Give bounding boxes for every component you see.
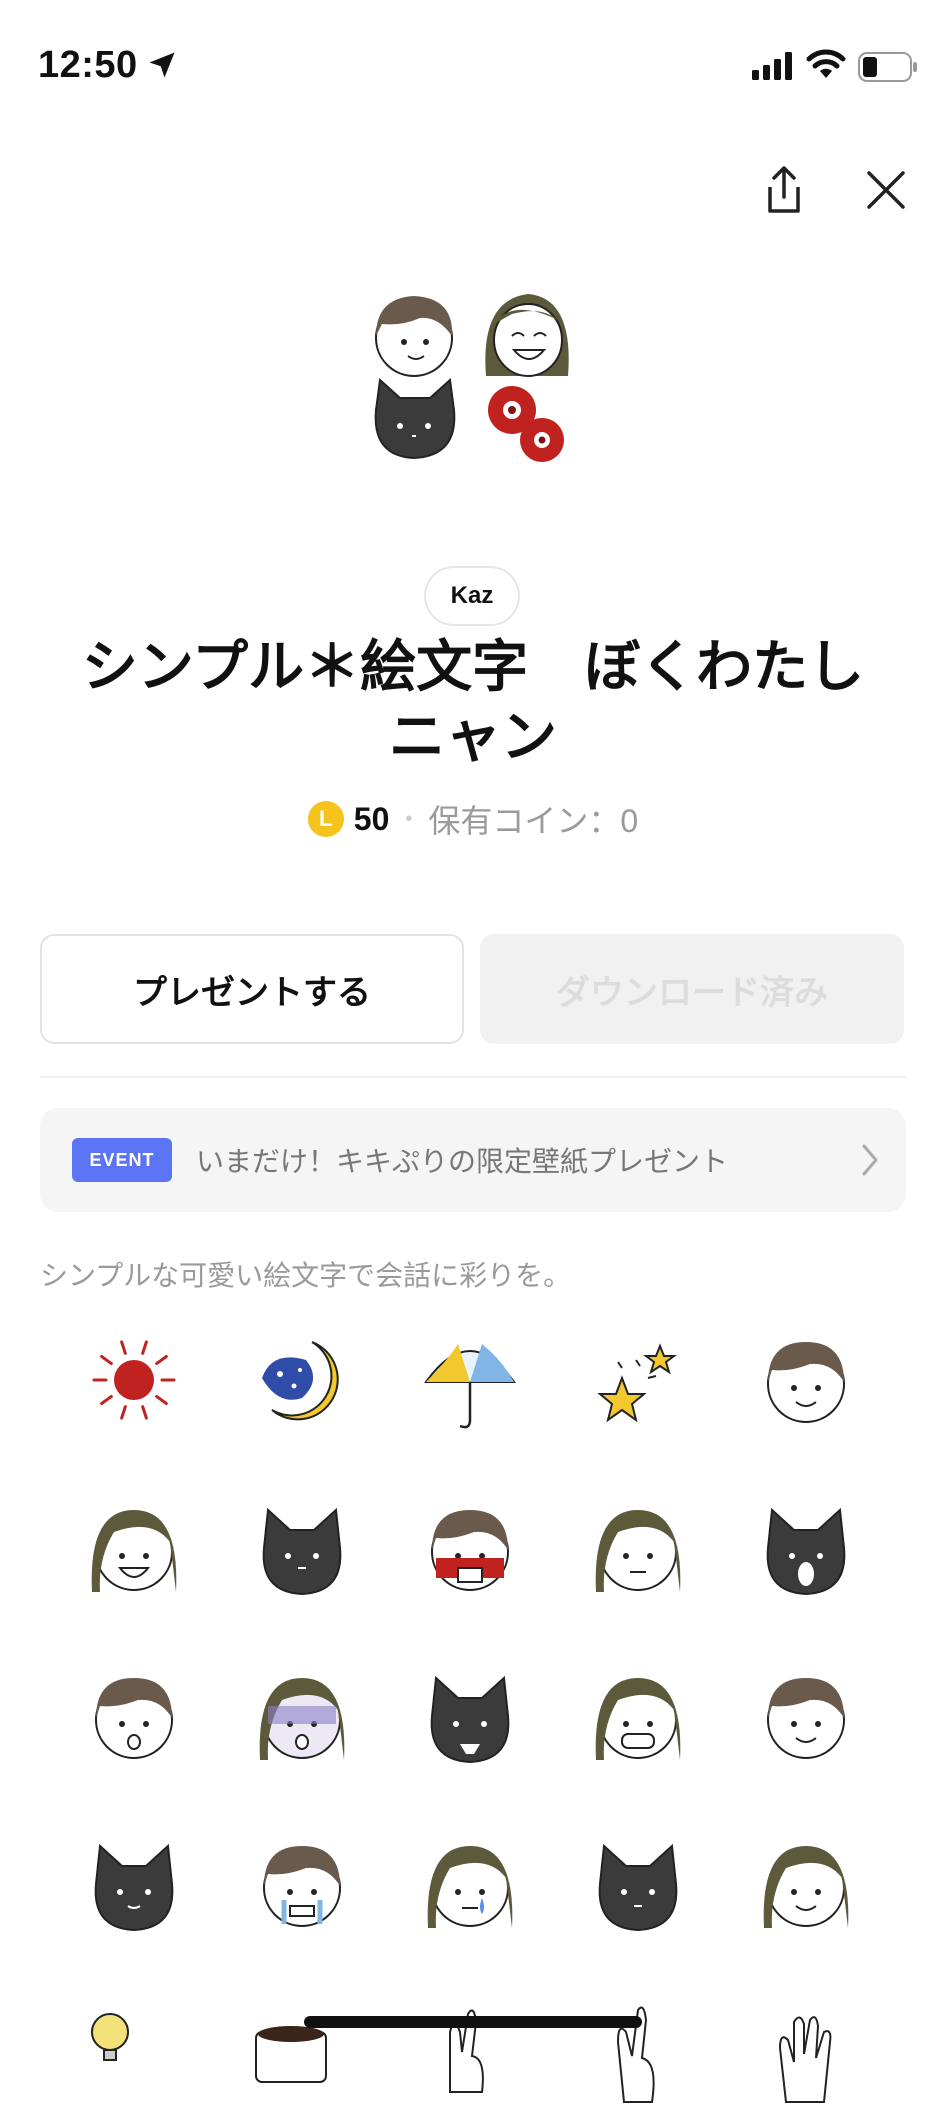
boy-angry-emoji-icon[interactable] [410,1488,530,1608]
status-bar: 12:50 [0,0,946,140]
hand-wave-emoji-icon[interactable] [746,1992,866,2112]
gift-button-label: プレゼントする [133,973,371,1012]
girl-tear-emoji-icon[interactable] [410,1824,530,1944]
event-text: いまだけ！キキぷりの限定壁紙プレゼント [196,1146,729,1177]
girl-calm-emoji-icon[interactable] [746,1824,866,1944]
girl-annoyed-emoji-icon[interactable] [578,1488,698,1608]
chevron-right-icon [862,1144,878,1176]
black-cat-icon [374,377,456,460]
creator-chip[interactable]: Kaz [424,566,520,626]
boy-face-icon [375,296,453,377]
hand-victory-emoji-icon[interactable] [578,1992,698,2112]
wifi-icon [806,49,846,78]
boy-surprised-emoji-icon[interactable] [74,1656,194,1776]
divider [40,1076,906,1078]
moon-emoji-icon[interactable] [242,1320,362,1440]
lightbulb-emoji-icon[interactable] [74,1992,194,2112]
line-coin-icon: L [307,801,344,837]
home-indicator [304,2016,642,2028]
product-main-image [362,280,584,502]
coffee-emoji-icon[interactable] [242,1992,362,2112]
owned-coins: 保有コイン：0 [428,803,639,839]
creator-name: Kaz [450,582,494,609]
close-icon [867,171,905,209]
event-banner[interactable]: EVENT いまだけ！キキぷりの限定壁紙プレゼント [40,1108,906,1212]
hand-peace-emoji-icon[interactable] [410,1992,530,2112]
boy-crying-emoji-icon[interactable] [242,1824,362,1944]
cellular-signal-icon [752,52,792,80]
girl-laugh-emoji-icon[interactable] [74,1488,194,1608]
product-description: シンプルな可愛い絵文字で会話に彩りを。 [40,1260,572,1291]
boy-wink-emoji-icon[interactable] [746,1656,866,1776]
cat-yawn-emoji-icon[interactable] [746,1488,866,1608]
cat-ok-emoji-icon[interactable] [74,1824,194,1944]
separator-dot: • [405,807,413,830]
red-flower-icon [488,386,564,462]
downloaded-button: ダウンロード済み [480,934,904,1044]
gift-button[interactable]: プレゼントする [40,934,464,1044]
umbrella-emoji-icon[interactable] [410,1320,530,1440]
battery-icon [858,52,917,82]
share-button[interactable] [754,160,814,220]
girl-grin-emoji-icon[interactable] [578,1656,698,1776]
cat-sleepy-emoji-icon[interactable] [578,1824,698,1944]
girl-shocked-emoji-icon[interactable] [242,1656,362,1776]
price-row: L 50 • 保有コイン：0 [0,796,946,842]
location-arrow-icon [149,52,175,78]
sun-emoji-icon[interactable] [74,1320,194,1440]
product-title: シンプル＊絵文字 ぼくわたしニャン [81,635,865,768]
black-cat-emoji-icon[interactable] [242,1488,362,1608]
event-badge: EVENT [72,1138,172,1182]
cat-scared-emoji-icon[interactable] [410,1656,530,1776]
downloaded-button-label: ダウンロード済み [556,973,828,1012]
close-button[interactable] [856,160,916,220]
stars-emoji-icon[interactable] [578,1320,698,1440]
price-value: 50 [353,800,390,837]
status-time: 12:50 [38,44,138,86]
boy-smile-emoji-icon[interactable] [746,1320,866,1440]
share-icon [768,166,800,213]
girl-face-icon [485,294,569,377]
